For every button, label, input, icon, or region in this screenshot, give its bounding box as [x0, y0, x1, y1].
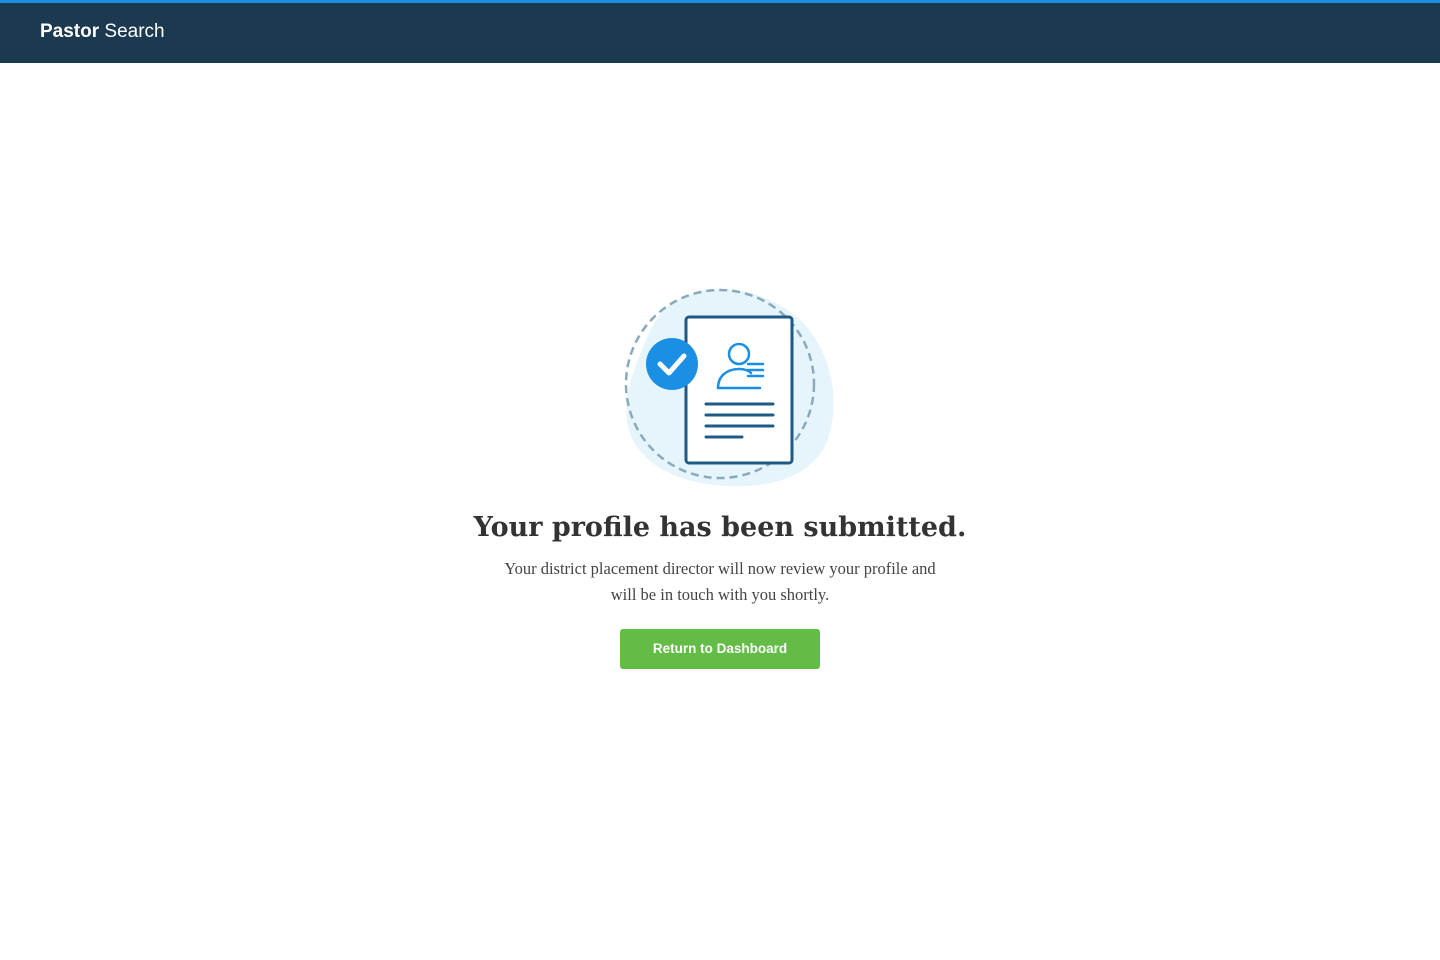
check-circle-icon [646, 338, 698, 390]
return-to-dashboard-button[interactable]: Return to Dashboard [620, 629, 820, 669]
brand-name-bold: Pastor [40, 21, 100, 42]
document-icon [684, 315, 794, 465]
app-header: Pastor Search [0, 3, 1440, 63]
brand-logo[interactable]: Pastor Search [40, 20, 165, 44]
confirmation-message: Your district placement director will no… [504, 559, 936, 604]
brand-name-light: Search [104, 21, 165, 42]
page-title: Your profile has been submitted. [473, 512, 967, 543]
submitted-document-illustration [624, 288, 834, 487]
